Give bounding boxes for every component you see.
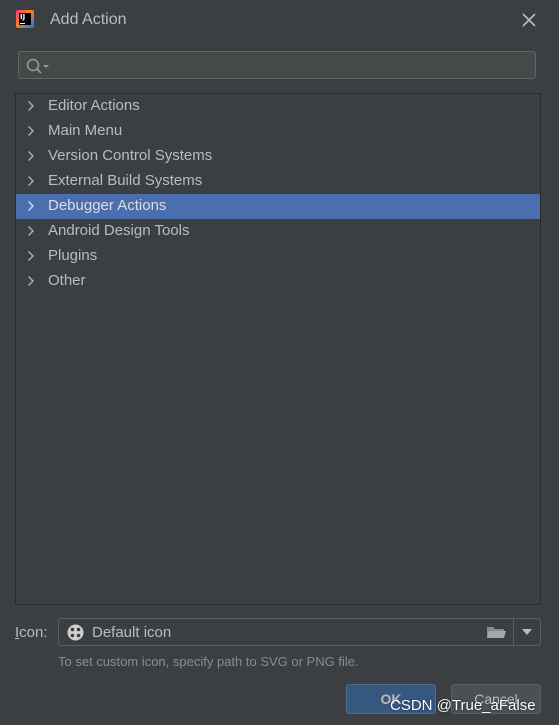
chevron-right-icon[interactable] [25, 275, 37, 287]
chevron-right-icon[interactable] [25, 200, 37, 212]
close-button[interactable] [518, 9, 540, 31]
tree-item[interactable]: Other [16, 269, 540, 294]
tree-item-label: Main Menu [48, 122, 123, 139]
search-input[interactable] [53, 55, 527, 77]
app-icon-letters: IJ [20, 13, 26, 21]
chevron-right-icon[interactable] [25, 100, 37, 112]
watermark: CSDN @True_aFalse [390, 697, 536, 714]
icon-dropdown-button[interactable] [514, 619, 540, 645]
chevron-right-icon[interactable] [25, 225, 37, 237]
tree-item[interactable]: Version Control Systems [16, 144, 540, 169]
tree-item-label: Plugins [48, 247, 98, 264]
tree-item-label: Debugger Actions [48, 197, 167, 214]
intellij-app-icon: IJ [16, 10, 34, 28]
chevron-right-icon[interactable] [25, 125, 37, 137]
title-bar: IJ Add Action [0, 0, 559, 40]
chevron-right-icon[interactable] [25, 250, 37, 262]
icon-field-label: Icon: [15, 624, 48, 641]
icon-combo-box[interactable]: Default icon [58, 618, 541, 646]
tree-item-label: Android Design Tools [48, 222, 190, 239]
tree-item-label: Other [48, 272, 86, 289]
icon-combo-value: Default icon [92, 624, 172, 641]
icon-label-text: con: [19, 624, 48, 641]
tree-item[interactable]: External Build Systems [16, 169, 540, 194]
tree-item-label: Editor Actions [48, 97, 140, 114]
tree-item-label: External Build Systems [48, 172, 203, 189]
tree-item[interactable]: Main Menu [16, 119, 540, 144]
action-tree[interactable]: Editor Actions Main Menu Version Control S… [15, 93, 541, 605]
folder-icon[interactable] [485, 623, 507, 641]
tree-item-label: Version Control Systems [48, 147, 213, 164]
chevron-right-icon[interactable] [25, 175, 37, 187]
close-icon [522, 13, 536, 27]
dialog-title: Add Action [50, 11, 127, 28]
tree-item[interactable]: Android Design Tools [16, 219, 540, 244]
tree-item[interactable]: Debugger Actions [16, 194, 540, 219]
search-field[interactable] [18, 51, 536, 79]
chevron-right-icon[interactable] [25, 150, 37, 162]
tree-item[interactable]: Plugins [16, 244, 540, 269]
icon-hint-text: To set custom icon, specify path to SVG … [58, 654, 359, 669]
chevron-down-icon [522, 629, 532, 635]
default-action-icon [67, 624, 84, 641]
search-icon[interactable] [25, 57, 51, 75]
tree-item[interactable]: Editor Actions [16, 94, 540, 119]
